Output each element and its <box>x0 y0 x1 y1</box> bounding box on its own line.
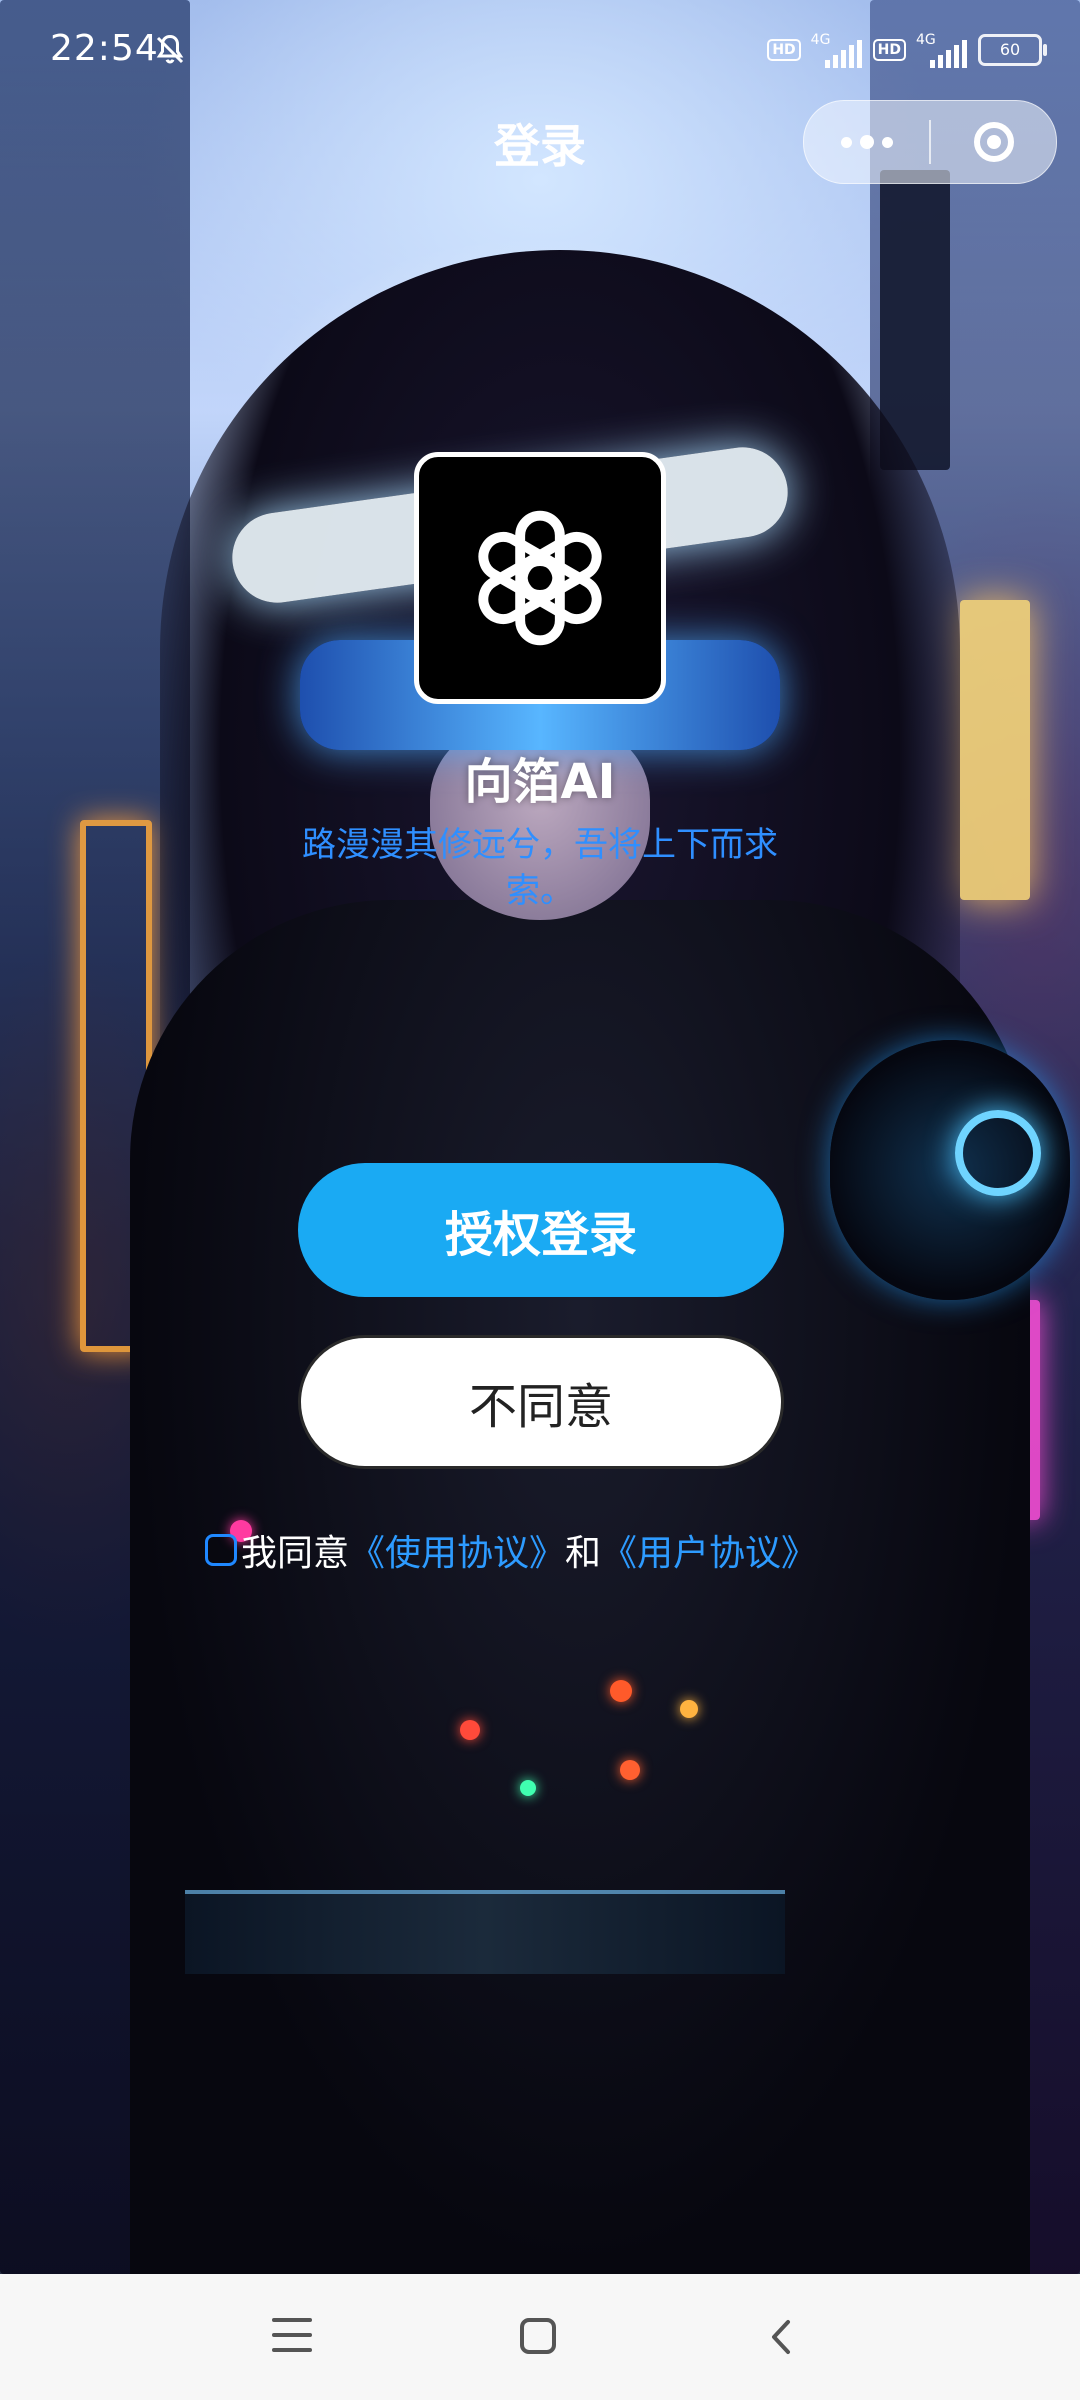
agreement-prefix: 我同意 <box>241 1533 350 1574</box>
battery-icon: 60 <box>978 34 1047 66</box>
agreement-conjunction: 和 <box>565 1533 602 1574</box>
home-icon[interactable] <box>520 2318 556 2354</box>
background-illustration <box>0 0 1080 2274</box>
hd-badge: HD <box>872 39 906 61</box>
back-icon[interactable] <box>766 2316 796 2358</box>
status-indicators: HD 4G HD 4G 60 <box>767 28 1047 72</box>
signal-icon: 4G <box>811 30 863 70</box>
character-belt <box>185 1890 785 1974</box>
menu-icon[interactable] <box>272 2318 312 2354</box>
armor-light <box>520 1780 536 1796</box>
decline-button[interactable]: 不同意 <box>298 1335 784 1469</box>
app-logo <box>414 452 666 704</box>
more-dots-icon[interactable] <box>804 101 929 183</box>
status-time: 22:54 <box>50 28 159 69</box>
user-agreement-link[interactable]: 《用户协议》 <box>601 1524 817 1576</box>
openai-knot-icon <box>478 510 602 646</box>
authorize-login-button[interactable]: 授权登录 <box>298 1163 784 1297</box>
target-close-icon[interactable] <box>931 101 1056 183</box>
system-nav-bar <box>0 2274 1080 2400</box>
armor-light <box>460 1720 480 1740</box>
bell-muted-icon <box>156 34 184 64</box>
app-slogan: 路漫漫其修远兮，吾将上下而求索。 <box>302 825 778 911</box>
shoulder-ring-light <box>955 1110 1041 1196</box>
app-name: 向箔AI <box>464 754 616 810</box>
capsule-menu <box>803 100 1057 184</box>
armor-light <box>680 1700 698 1718</box>
hd-badge: HD <box>767 39 801 61</box>
signal-icon: 4G <box>916 30 968 70</box>
armor-light <box>610 1680 632 1702</box>
agreement-checkbox[interactable] <box>205 1534 237 1566</box>
terms-of-use-link[interactable]: 《使用协议》 <box>349 1524 565 1576</box>
agreement-row: 我同意 《使用协议》 和 《用户协议》 <box>205 1522 817 1578</box>
armor-light <box>620 1760 640 1780</box>
